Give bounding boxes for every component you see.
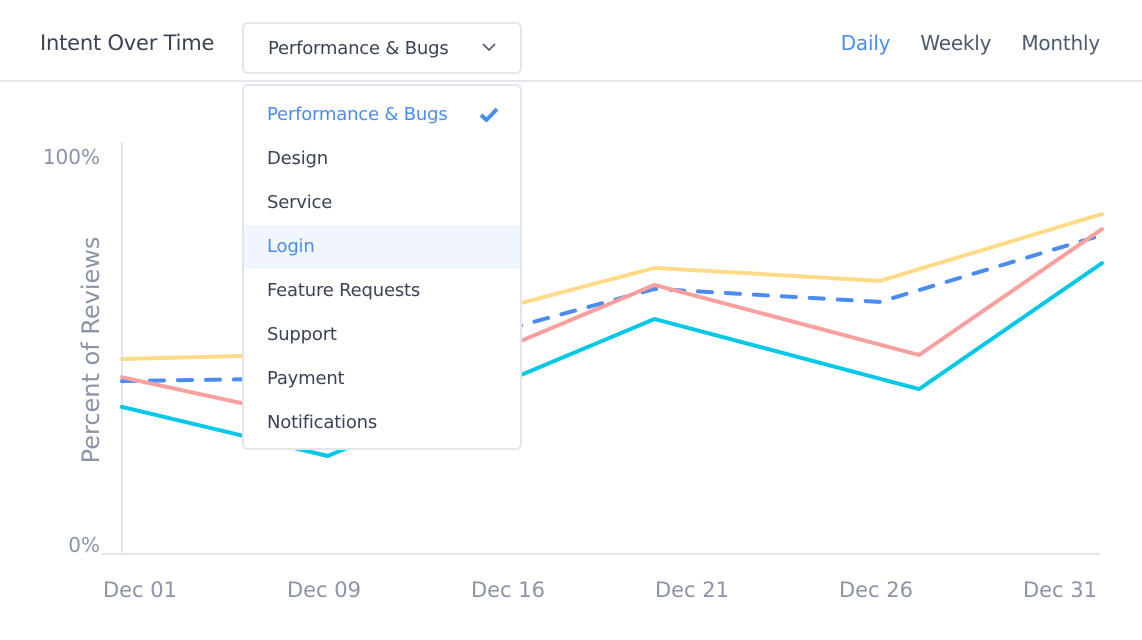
y-tick-label-min: 0% [68,533,100,557]
menu-item-notifications[interactable]: Notifications [244,401,520,445]
y-axis-title: Percent of Reviews [77,237,105,464]
chart-header: Intent Over Time Performance & Bugs Dail… [0,0,1142,82]
menu-item-label: Feature Requests [267,280,421,301]
x-tick-label: Dec 21 [655,578,729,602]
menu-item-design[interactable]: Design [244,137,520,181]
menu-item-label: Login [267,236,315,257]
granularity-tabs: Daily Weekly Monthly [841,31,1100,55]
checkmark-icon [479,107,499,122]
menu-item-label: Support [267,324,337,345]
chart-title: Intent Over Time [40,31,215,55]
menu-item-feature-requests[interactable]: Feature Requests [244,269,520,313]
menu-item-label: Service [267,192,333,213]
line-chart: 100% 0% Percent of Reviews Dec 01 Dec 09 D… [43,142,1104,602]
y-tick-label-max: 100% [43,145,100,169]
menu-item-label: Performance & Bugs [267,104,448,125]
menu-item-performance-bugs[interactable]: Performance & Bugs [244,93,520,137]
menu-item-login[interactable]: Login [244,225,520,269]
tab-monthly[interactable]: Monthly [1021,31,1100,55]
menu-item-service[interactable]: Service [244,181,520,225]
menu-item-label: Design [267,148,328,169]
menu-item-payment[interactable]: Payment [244,357,520,401]
menu-item-label: Notifications [267,412,378,433]
x-tick-label: Dec 31 [1023,578,1097,602]
tab-weekly[interactable]: Weekly [920,31,991,55]
menu-item-label: Payment [267,368,345,389]
intent-category-select[interactable]: Performance & Bugs [242,22,522,74]
x-tick-label: Dec 26 [839,578,913,602]
intent-dropdown-menu: Performance & Bugs Design Service Login … [242,84,522,450]
x-tick-label: Dec 09 [287,578,361,602]
chevron-down-icon [482,43,496,52]
menu-item-support[interactable]: Support [244,313,520,357]
x-tick-label: Dec 16 [471,578,545,602]
tab-daily[interactable]: Daily [841,31,891,55]
select-value: Performance & Bugs [268,38,449,59]
x-tick-label: Dec 01 [103,578,177,602]
